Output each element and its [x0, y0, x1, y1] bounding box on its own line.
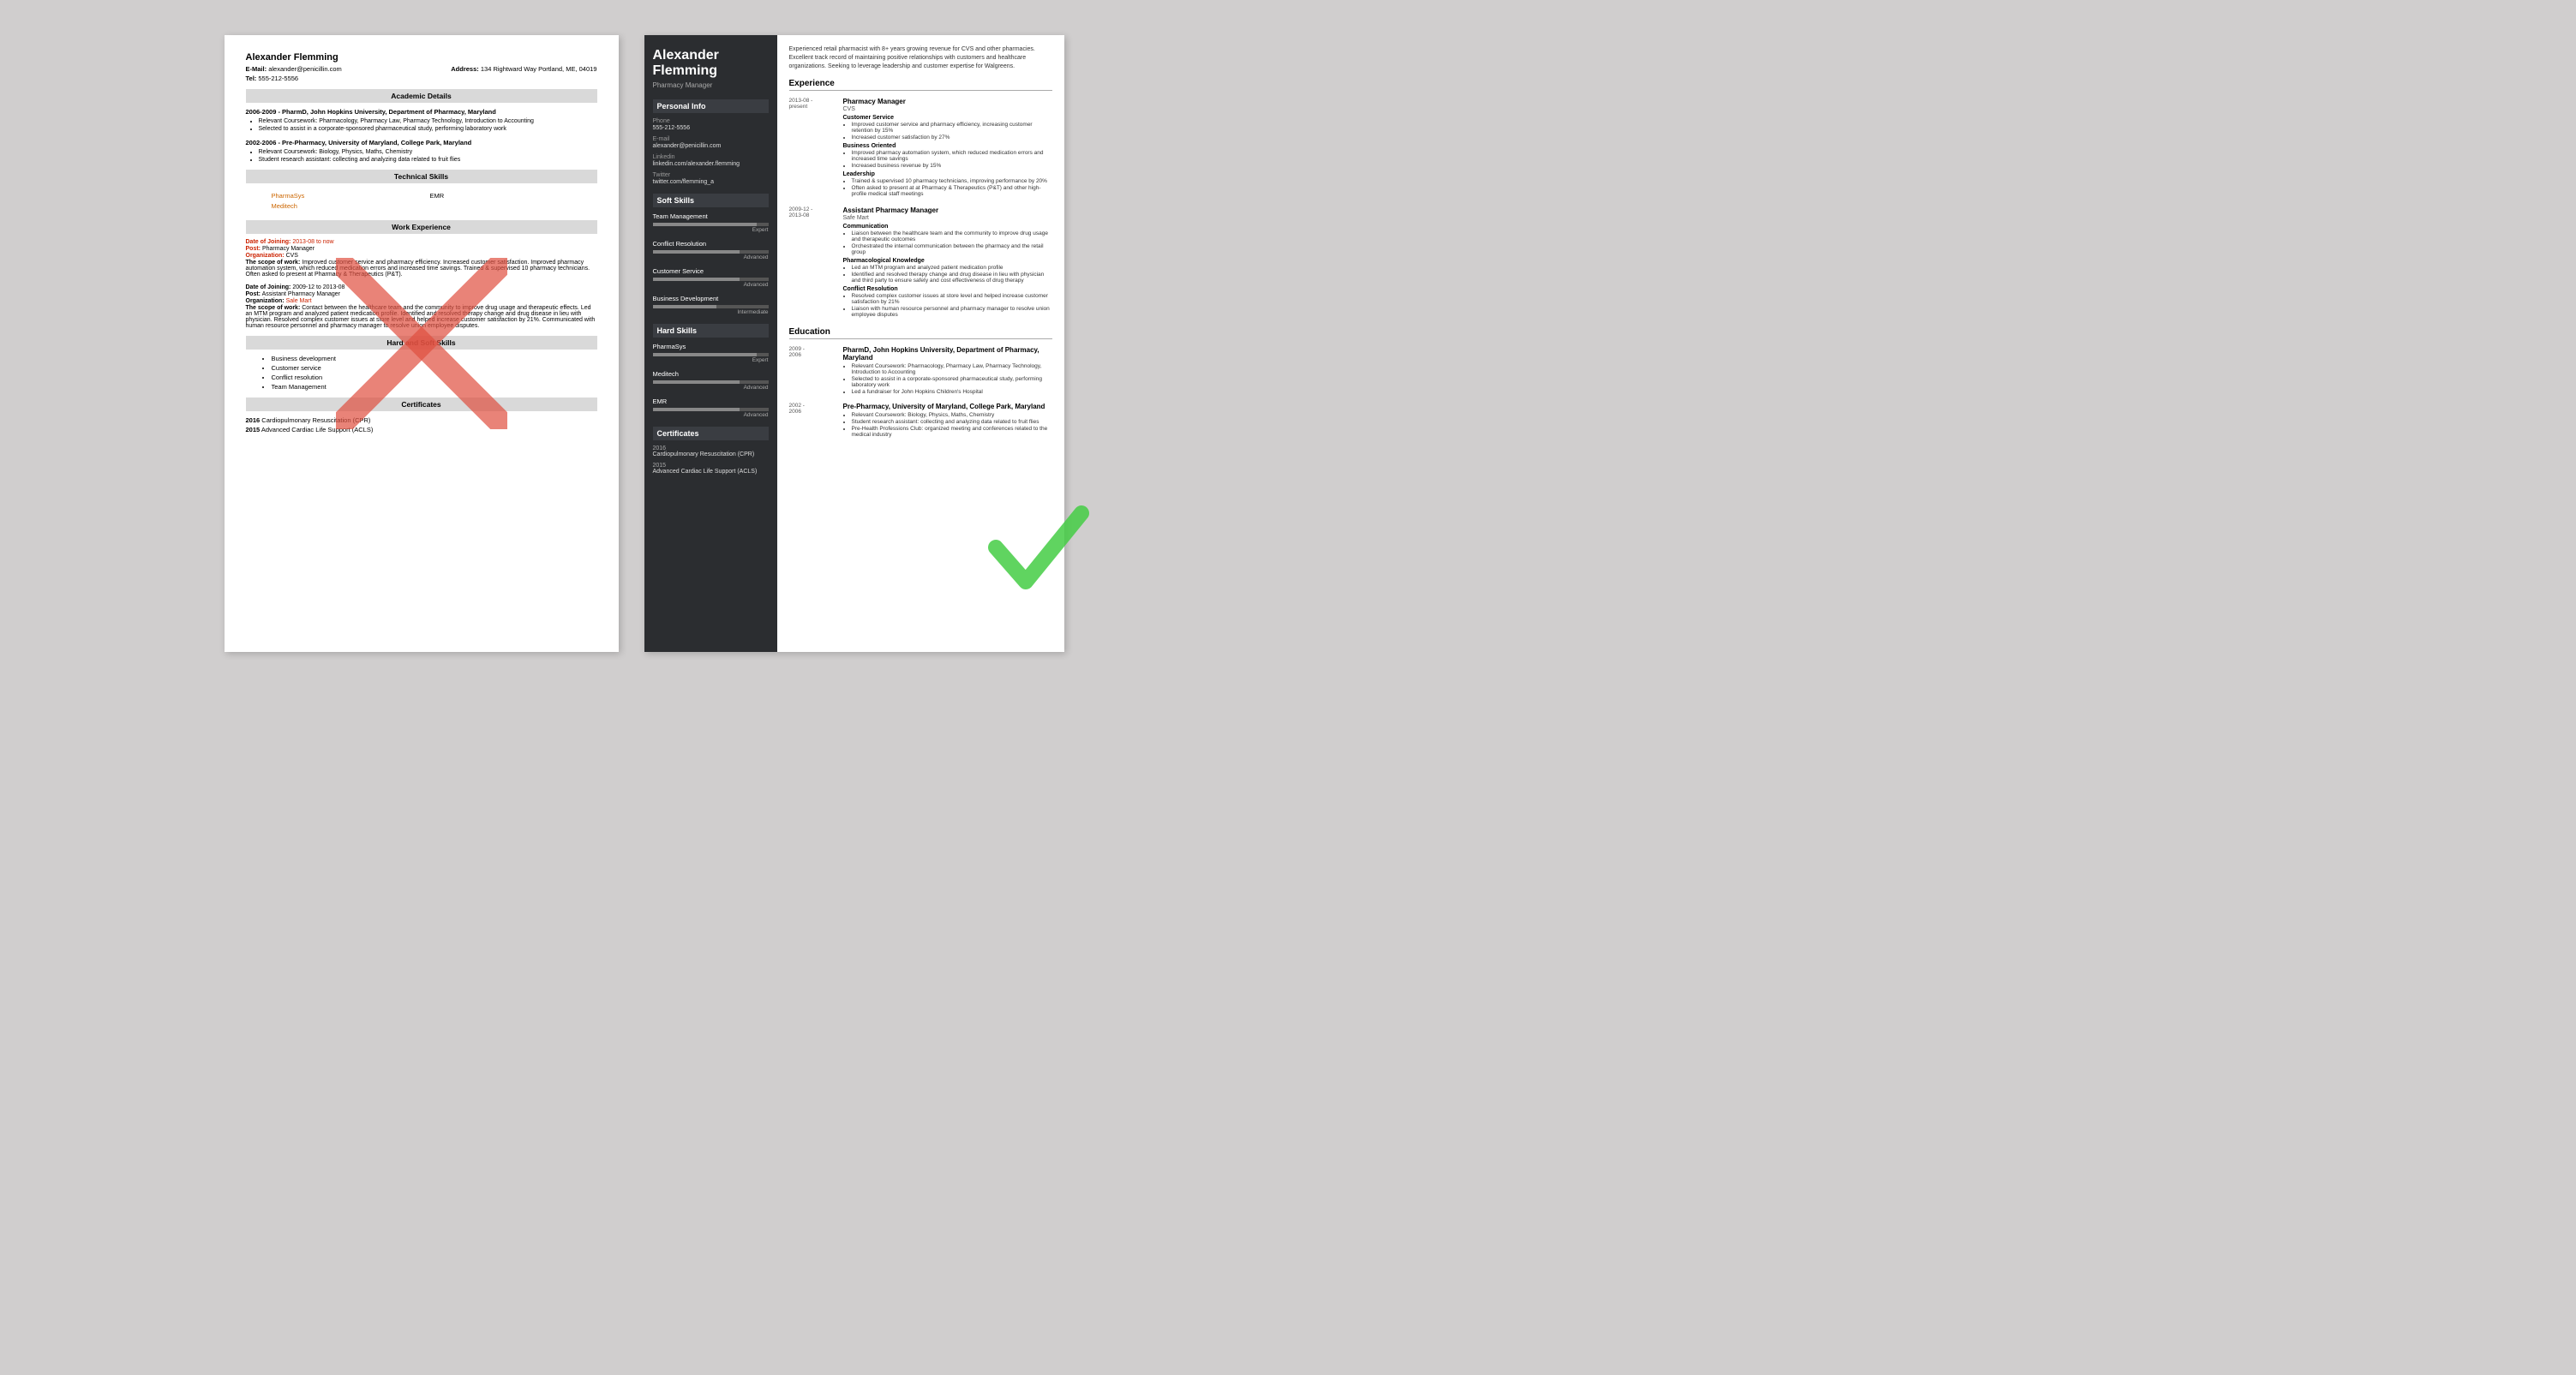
education-section-title: Education	[789, 327, 1052, 339]
linkedin-info: Linkedin linkedin.com/alexander.flemming	[653, 154, 769, 167]
cert-right-1: 2016 Cardiopulmonary Resuscitation (CPR)	[653, 445, 769, 457]
skill-customer-service: Customer Service Advanced	[653, 267, 769, 288]
left-contact-line1: E-Mail: alexander@penicillin.com Address…	[246, 65, 597, 73]
academic-section-header: Academic Details	[246, 89, 597, 103]
email-info: E-mail alexander@penicillin.com	[653, 136, 769, 149]
experience-section-title: Experience	[789, 79, 1052, 91]
twitter-info: Twitter twitter.com/flemming_a	[653, 172, 769, 185]
cert-right-2: 2015 Advanced Cardiac Life Support (ACLS…	[653, 463, 769, 475]
left-certificates: 2016 Cardiopulmonary Resuscitation (CPR)…	[246, 416, 597, 433]
technical-skills: PharmaSys EMR Meditech	[246, 188, 597, 213]
certificates-section-header: Certificates	[246, 398, 597, 411]
right-resume: Alexander Flemming Pharmacy Manager Pers…	[644, 35, 1064, 652]
skill-pharmasys: PharmaSys Expert	[653, 343, 769, 363]
hard-soft-skills: Business development Customer service Co…	[246, 355, 597, 391]
left-header: Alexander Flemming E-Mail: alexander@pen…	[246, 52, 597, 82]
work-experience: Date of Joining: 2013-08 to now Post: Ph…	[246, 239, 597, 329]
left-name: Alexander Flemming	[246, 52, 597, 63]
exp-entry-1: 2013-08 - present Pharmacy Manager CVS C…	[789, 98, 1052, 198]
skill-emr: EMR Advanced	[653, 398, 769, 418]
cert-2: 2015 Advanced Cardiac Life Support (ACLS…	[246, 426, 597, 433]
work-section-header: Work Experience	[246, 220, 597, 234]
hard-soft-section-header: Hard and Soft Skills	[246, 336, 597, 350]
right-summary: Experienced retail pharmacist with 8+ ye…	[789, 45, 1052, 70]
right-name: Alexander Flemming	[653, 48, 769, 78]
edu-entry-1: 2006-2009 - PharmD, John Hopkins Univers…	[246, 108, 597, 132]
edu-bullets-1: Relevant Coursework: Pharmacology, Pharm…	[246, 118, 597, 132]
soft-skills-heading: Soft Skills	[653, 194, 769, 207]
skill-business-development: Business Development Intermediate	[653, 295, 769, 315]
work-entry-1: Date of Joining: 2013-08 to now Post: Ph…	[246, 239, 597, 278]
phone-info: Phone 555-212-5556	[653, 118, 769, 131]
right-sidebar: Alexander Flemming Pharmacy Manager Pers…	[644, 35, 777, 652]
cert-1: 2016 Cardiopulmonary Resuscitation (CPR)	[246, 416, 597, 424]
exp-entry-2: 2009-12 - 2013-08 Assistant Pharmacy Man…	[789, 206, 1052, 319]
right-title: Pharmacy Manager	[653, 81, 769, 89]
address-contact: Address: 134 Rightward Way Portland, ME,…	[451, 65, 596, 73]
left-resume: Alexander Flemming E-Mail: alexander@pen…	[225, 35, 619, 652]
edu-right-2: 2002 - 2006 Pre-Pharmacy, University of …	[789, 403, 1052, 439]
right-main-content: Experienced retail pharmacist with 8+ ye…	[777, 35, 1064, 652]
tel-contact: Tel: 555-212-5556	[246, 75, 597, 82]
edu-year-2: 2002-2006 - Pre-Pharmacy, University of …	[246, 139, 597, 146]
email-contact: E-Mail: alexander@penicillin.com	[246, 65, 342, 73]
personal-info-heading: Personal Info	[653, 99, 769, 113]
edu-entry-2: 2002-2006 - Pre-Pharmacy, University of …	[246, 139, 597, 163]
skill-conflict-resolution: Conflict Resolution Advanced	[653, 240, 769, 260]
edu-year-1: 2006-2009 - PharmD, John Hopkins Univers…	[246, 108, 597, 116]
edu-bullets-2: Relevant Coursework: Biology, Physics, M…	[246, 149, 597, 163]
certificates-heading: Certificates	[653, 427, 769, 440]
skill-team-management: Team Management Expert	[653, 212, 769, 233]
skill-meditech: Meditech Advanced	[653, 370, 769, 391]
work-entry-2: Date of Joining: 2009-12 to 2013-08 Post…	[246, 284, 597, 329]
hard-skills-heading: Hard Skills	[653, 324, 769, 338]
edu-right-1: 2009 - 2006 PharmD, John Hopkins Univers…	[789, 346, 1052, 396]
technical-section-header: Technical Skills	[246, 170, 597, 183]
